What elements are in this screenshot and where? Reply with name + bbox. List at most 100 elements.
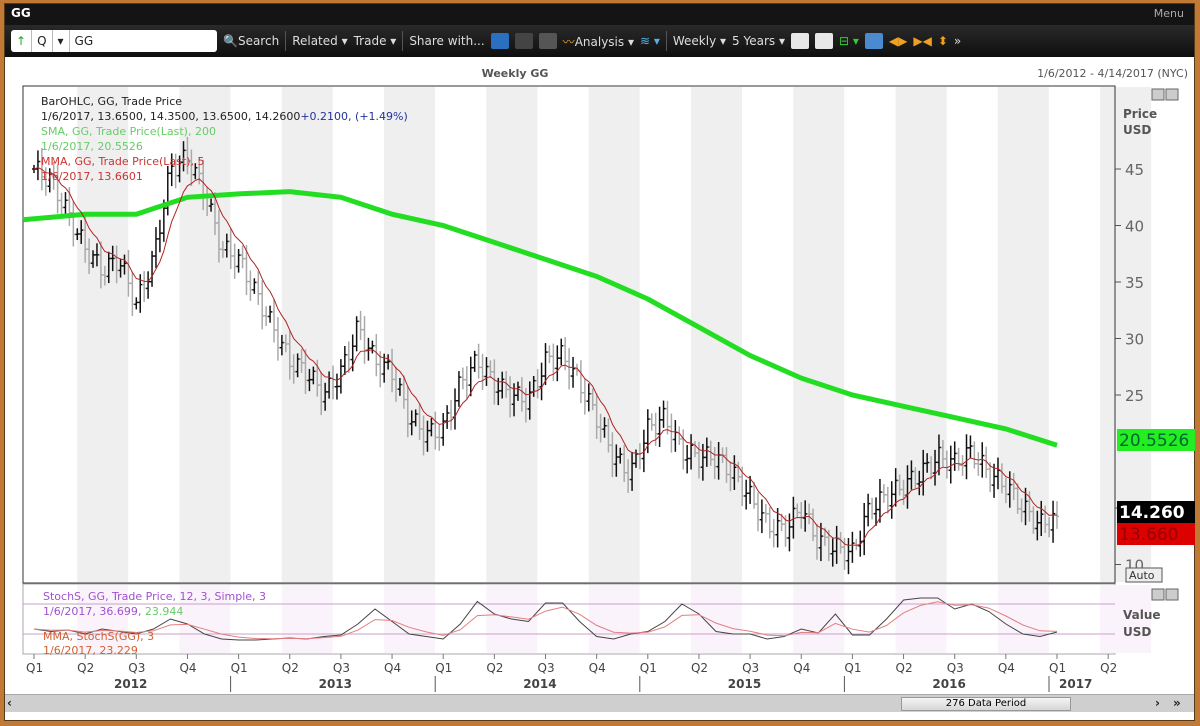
quarter-label: Q1 bbox=[435, 661, 452, 675]
time-scrollbar[interactable]: ‹ 276 Data Period › » bbox=[5, 694, 1194, 712]
ohlc-bar bbox=[464, 366, 469, 399]
ohlc-bar bbox=[130, 271, 135, 317]
close-panel-icon[interactable] bbox=[1165, 88, 1179, 101]
ohlc-bar bbox=[571, 356, 576, 388]
ohlc-bar bbox=[362, 316, 367, 364]
ohlc-bar bbox=[881, 484, 886, 503]
scroll-start-icon[interactable]: ‹ bbox=[7, 696, 12, 710]
auto-label: Auto bbox=[1129, 569, 1155, 582]
ohlc-bar bbox=[645, 409, 650, 454]
quarter-label: Q4 bbox=[793, 661, 810, 675]
ohlc-bar bbox=[653, 412, 658, 447]
ohlc-bar bbox=[449, 399, 454, 431]
ohlc-bar bbox=[342, 346, 347, 375]
minimize-panel-icon[interactable] bbox=[1151, 88, 1165, 101]
ohlc-bar bbox=[272, 299, 277, 343]
ohlc-bar bbox=[657, 406, 662, 448]
quarter-label: Q2 bbox=[486, 661, 503, 675]
ohlc-bar bbox=[244, 245, 249, 296]
ohlc-bar bbox=[472, 350, 477, 372]
price-axis-title: Price bbox=[1123, 107, 1157, 121]
ohlc-bar bbox=[885, 486, 890, 514]
price-axis-unit: USD bbox=[1123, 123, 1151, 137]
quarter-label: Q4 bbox=[384, 661, 401, 675]
ohlc-bar bbox=[480, 353, 485, 390]
ohlc-bar bbox=[889, 481, 894, 519]
mma-tag-text: 13.660 bbox=[1119, 525, 1178, 545]
ohlc-bar bbox=[661, 400, 666, 428]
ohlc-bar bbox=[437, 424, 442, 451]
quarter-label: Q3 bbox=[947, 661, 964, 675]
price-chart[interactable]: 45403530251510 BarOHLC, GG, Trade Price … bbox=[5, 4, 1196, 694]
ohlc-bar bbox=[539, 362, 544, 401]
year-label: 2013 bbox=[319, 677, 352, 691]
quarter-label: Q3 bbox=[128, 661, 145, 675]
ohlc-bar bbox=[787, 513, 792, 552]
scroll-thumb[interactable]: 276 Data Period bbox=[901, 697, 1071, 711]
price-tick-label: 25 bbox=[1125, 387, 1144, 405]
scroll-right-icon[interactable]: › bbox=[1155, 696, 1160, 710]
ohlc-bar bbox=[142, 271, 147, 302]
price-tick-label: 30 bbox=[1125, 331, 1144, 349]
quarter-label: Q1 bbox=[26, 661, 43, 675]
quarter-label: Q4 bbox=[998, 661, 1015, 675]
ohlc-bar bbox=[157, 219, 162, 253]
ohlc-bar bbox=[673, 420, 678, 452]
ohlc-bar bbox=[354, 316, 359, 352]
quarter-label: Q1 bbox=[844, 661, 861, 675]
ohlc-bar bbox=[59, 192, 64, 216]
quarter-band bbox=[895, 585, 947, 653]
legend-sma-value: 1/6/2017, 20.5526 bbox=[41, 140, 143, 153]
sma-tag-text: 20.5526 bbox=[1119, 431, 1189, 451]
quarter-band bbox=[384, 585, 436, 653]
legend-ohlc-values: 1/6/2017, 13.6500, 14.3500, 13.6500, 14.… bbox=[41, 110, 408, 123]
ohlc-bar bbox=[374, 333, 379, 377]
ohlc-bar bbox=[960, 455, 965, 476]
price-tick-label: 35 bbox=[1125, 274, 1144, 292]
quarter-band bbox=[690, 585, 742, 653]
ohlc-bar bbox=[366, 337, 371, 361]
year-label: 2016 bbox=[932, 677, 965, 691]
quarter-band bbox=[384, 87, 436, 582]
stoch-legend-title: StochS, GG, Trade Price, 12, 3, Simple, … bbox=[43, 590, 266, 603]
ohlc-bar bbox=[547, 345, 552, 364]
ohlc-bar bbox=[850, 531, 855, 563]
quarter-label: Q3 bbox=[333, 661, 350, 675]
quarter-band bbox=[281, 585, 333, 653]
price-tick-label: 40 bbox=[1125, 218, 1144, 236]
ohlc-bar bbox=[256, 271, 261, 305]
minimize-stoch-icon[interactable] bbox=[1151, 588, 1165, 601]
price-tick-label: 45 bbox=[1125, 161, 1144, 179]
ohlc-bar bbox=[460, 367, 465, 390]
ohlc-bar bbox=[1051, 500, 1056, 543]
ohlc-bar bbox=[445, 405, 450, 429]
stoch-legend-values: 1/6/2017, 36.699, 23.944 bbox=[43, 605, 183, 618]
ohlc-bar bbox=[578, 360, 583, 404]
ohlc-bar bbox=[866, 493, 871, 527]
quarter-band bbox=[486, 87, 538, 582]
quarter-label: Q1 bbox=[640, 661, 657, 675]
year-label: 2017 bbox=[1059, 677, 1092, 691]
ohlc-bar bbox=[35, 150, 40, 181]
ohlc-bar bbox=[755, 492, 760, 532]
year-label: 2012 bbox=[114, 677, 147, 691]
ohlc-bar bbox=[456, 371, 461, 407]
ohlc-bar bbox=[759, 499, 764, 534]
ohlc-bar bbox=[71, 200, 76, 247]
quarter-band bbox=[895, 87, 947, 582]
ohlc-bar bbox=[551, 343, 556, 382]
legend-mma-title: MMA, GG, Trade Price(Last), 5 bbox=[41, 155, 204, 168]
ohlc-bar bbox=[260, 280, 265, 330]
ohlc-bar bbox=[334, 373, 339, 400]
close-stoch-icon[interactable] bbox=[1165, 588, 1179, 601]
ohlc-bar bbox=[275, 317, 280, 361]
quarter-label: Q1 bbox=[231, 661, 248, 675]
quarter-band bbox=[997, 585, 1049, 653]
scroll-end-icon[interactable]: » bbox=[1173, 696, 1181, 710]
ohlc-bar bbox=[268, 305, 273, 323]
ohlc-bar bbox=[134, 297, 139, 310]
quarter-label: Q4 bbox=[179, 661, 196, 675]
ohlc-bar bbox=[582, 379, 587, 415]
ohlc-bar bbox=[150, 250, 155, 287]
ohlc-bar bbox=[252, 278, 257, 294]
